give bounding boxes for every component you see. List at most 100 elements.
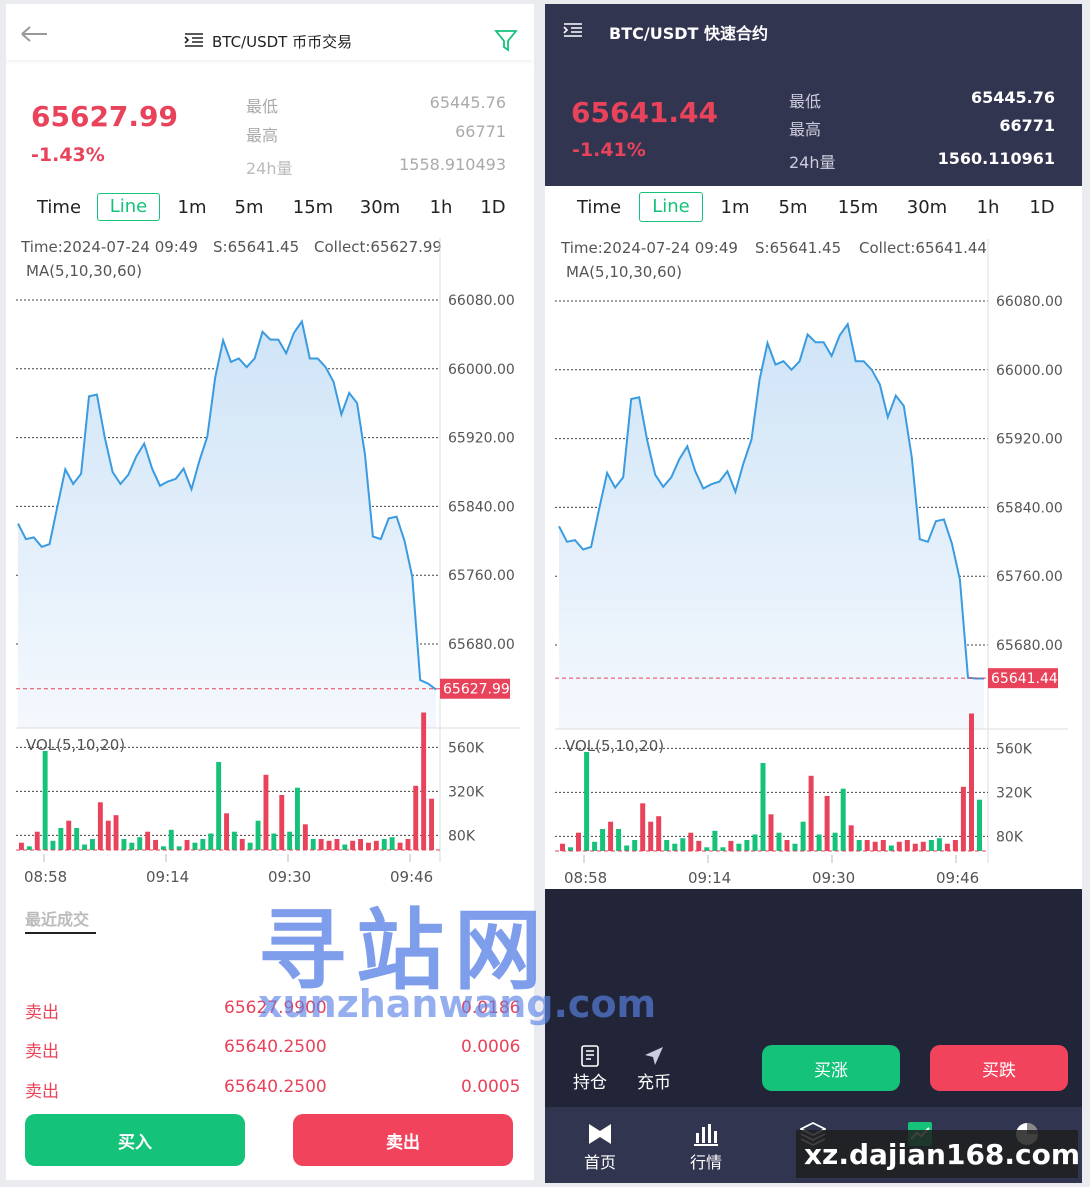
tab-1d[interactable]: 1D — [1025, 194, 1059, 222]
y-tick-label: 66000.00 — [448, 362, 515, 378]
volume-bar — [82, 844, 87, 850]
menu-icon[interactable] — [563, 22, 583, 38]
volume-label: VOL(5,10,20) — [565, 737, 664, 755]
volume-bar — [145, 831, 151, 850]
buy-button[interactable]: 买入 — [25, 1114, 245, 1166]
volume-bar — [74, 828, 80, 850]
tab-1m[interactable]: 1m — [715, 194, 755, 222]
volume-bar — [255, 820, 261, 850]
trade-amount: 0.0005 — [461, 1077, 521, 1097]
tab-1d[interactable]: 1D — [476, 194, 510, 222]
recent-trades-underline — [25, 932, 96, 934]
price-change: -1.41% — [572, 139, 646, 161]
filter-icon[interactable] — [494, 28, 518, 52]
tab-time[interactable]: Time — [32, 194, 86, 222]
x-tick-label: 08:58 — [24, 868, 67, 886]
volume-bar — [856, 840, 862, 851]
x-tick-label: 09:14 — [688, 869, 731, 887]
volume-24h-value: 1558.910493 — [399, 155, 506, 174]
positions-button[interactable]: 持仓 — [567, 1044, 613, 1093]
nav-home[interactable]: 首页 — [565, 1107, 635, 1173]
sell-button[interactable]: 卖出 — [293, 1114, 513, 1166]
current-price-label: 65627.99 — [443, 682, 510, 698]
volume-bar — [34, 831, 40, 850]
y-tick-label: 65680.00 — [996, 638, 1063, 654]
volume-bar — [664, 840, 670, 851]
volume-bar — [736, 843, 742, 851]
volume-bar — [656, 816, 662, 851]
volume-bar — [231, 831, 237, 850]
volume-bar — [366, 842, 371, 850]
volume-tick-label: 320K — [448, 784, 485, 800]
volume-bar — [888, 845, 894, 851]
volume-24h-label: 24h量 — [246, 159, 293, 178]
tab-1m[interactable]: 1m — [172, 194, 212, 222]
volume-bar — [920, 841, 926, 851]
volume-24h-label: 24h量 — [789, 153, 836, 172]
volume-bar — [744, 840, 750, 851]
volume-bar — [19, 842, 24, 850]
x-tick-label: 09:14 — [146, 868, 189, 886]
volume-bar — [168, 829, 174, 850]
tab-30m[interactable]: 30m — [356, 194, 404, 222]
tab-line[interactable]: Line — [639, 192, 703, 222]
volume-tick-label: 320K — [996, 785, 1033, 801]
volume-bar — [42, 751, 48, 850]
tab-15m[interactable]: 15m — [289, 194, 337, 222]
high-label: 最高 — [789, 120, 822, 139]
tab-line[interactable]: Line — [97, 193, 160, 221]
volume-bar — [616, 829, 622, 851]
current-price-label: 65641.44 — [991, 671, 1058, 687]
y-tick-label: 65680.00 — [448, 637, 515, 653]
volume-bar — [184, 839, 190, 850]
last-price: 65627.99 — [31, 100, 179, 133]
volume-bar — [50, 840, 56, 850]
tab-15m[interactable]: 15m — [834, 194, 882, 222]
volume-bar — [728, 840, 734, 851]
tab-30m[interactable]: 30m — [903, 194, 951, 222]
top-bar: BTC/USDT 币币交易 — [6, 4, 534, 60]
volume-bar — [768, 814, 774, 851]
positions-label: 持仓 — [573, 1073, 607, 1093]
tab-time[interactable]: Time — [572, 194, 626, 222]
header: BTC/USDT 快速合约 65641.44 -1.41% 最低 65445.7… — [545, 4, 1082, 186]
nav-market[interactable]: 行情 — [671, 1107, 741, 1173]
back-arrow-icon[interactable] — [20, 26, 48, 42]
x-tick-label: 08:58 — [564, 869, 607, 887]
volume-bar — [342, 844, 348, 850]
volume-bar — [672, 843, 678, 851]
deposit-button[interactable]: 充币 — [631, 1044, 677, 1093]
volume-tick-label: 560K — [996, 741, 1033, 757]
volume-bar — [584, 752, 590, 851]
tab-1h[interactable]: 1h — [971, 194, 1005, 222]
recent-trades-title[interactable]: 最近成交 — [25, 906, 89, 930]
volume-bar — [279, 795, 285, 850]
buy-down-button[interactable]: 买跌 — [930, 1045, 1068, 1091]
price-chart[interactable]: 66080.00 66000.00 65920.00 65840.00 65760.00… — [545, 231, 1082, 891]
tab-5m[interactable]: 5m — [229, 194, 269, 222]
volume-bar — [720, 847, 726, 851]
menu-icon[interactable] — [184, 32, 204, 48]
volume-bar — [239, 839, 245, 850]
volume-bar — [808, 775, 814, 851]
volume-bar — [864, 840, 870, 851]
y-tick-label: 65760.00 — [996, 569, 1063, 585]
buy-up-button[interactable]: 买涨 — [762, 1045, 900, 1091]
volume-bar — [161, 846, 166, 850]
tab-5m[interactable]: 5m — [773, 194, 813, 222]
trade-price: 65640.2500 — [224, 1037, 327, 1057]
volume-bar — [287, 831, 293, 850]
volume-tick-label: 80K — [996, 829, 1024, 845]
volume-bar — [176, 846, 182, 850]
volume-bar — [105, 820, 111, 850]
low-value: 65445.76 — [970, 88, 1055, 107]
price-chart[interactable]: 66080.00 66000.00 65920.00 65840.00 65760.00… — [6, 230, 534, 890]
volume-bar — [688, 832, 694, 851]
volume-bar — [310, 839, 316, 850]
volume-bar — [840, 788, 846, 851]
tab-1h[interactable]: 1h — [424, 194, 458, 222]
volume-bar — [696, 840, 702, 851]
volume-bar — [872, 841, 878, 851]
high-value: 66771 — [999, 116, 1055, 135]
volume-bar — [295, 787, 300, 850]
